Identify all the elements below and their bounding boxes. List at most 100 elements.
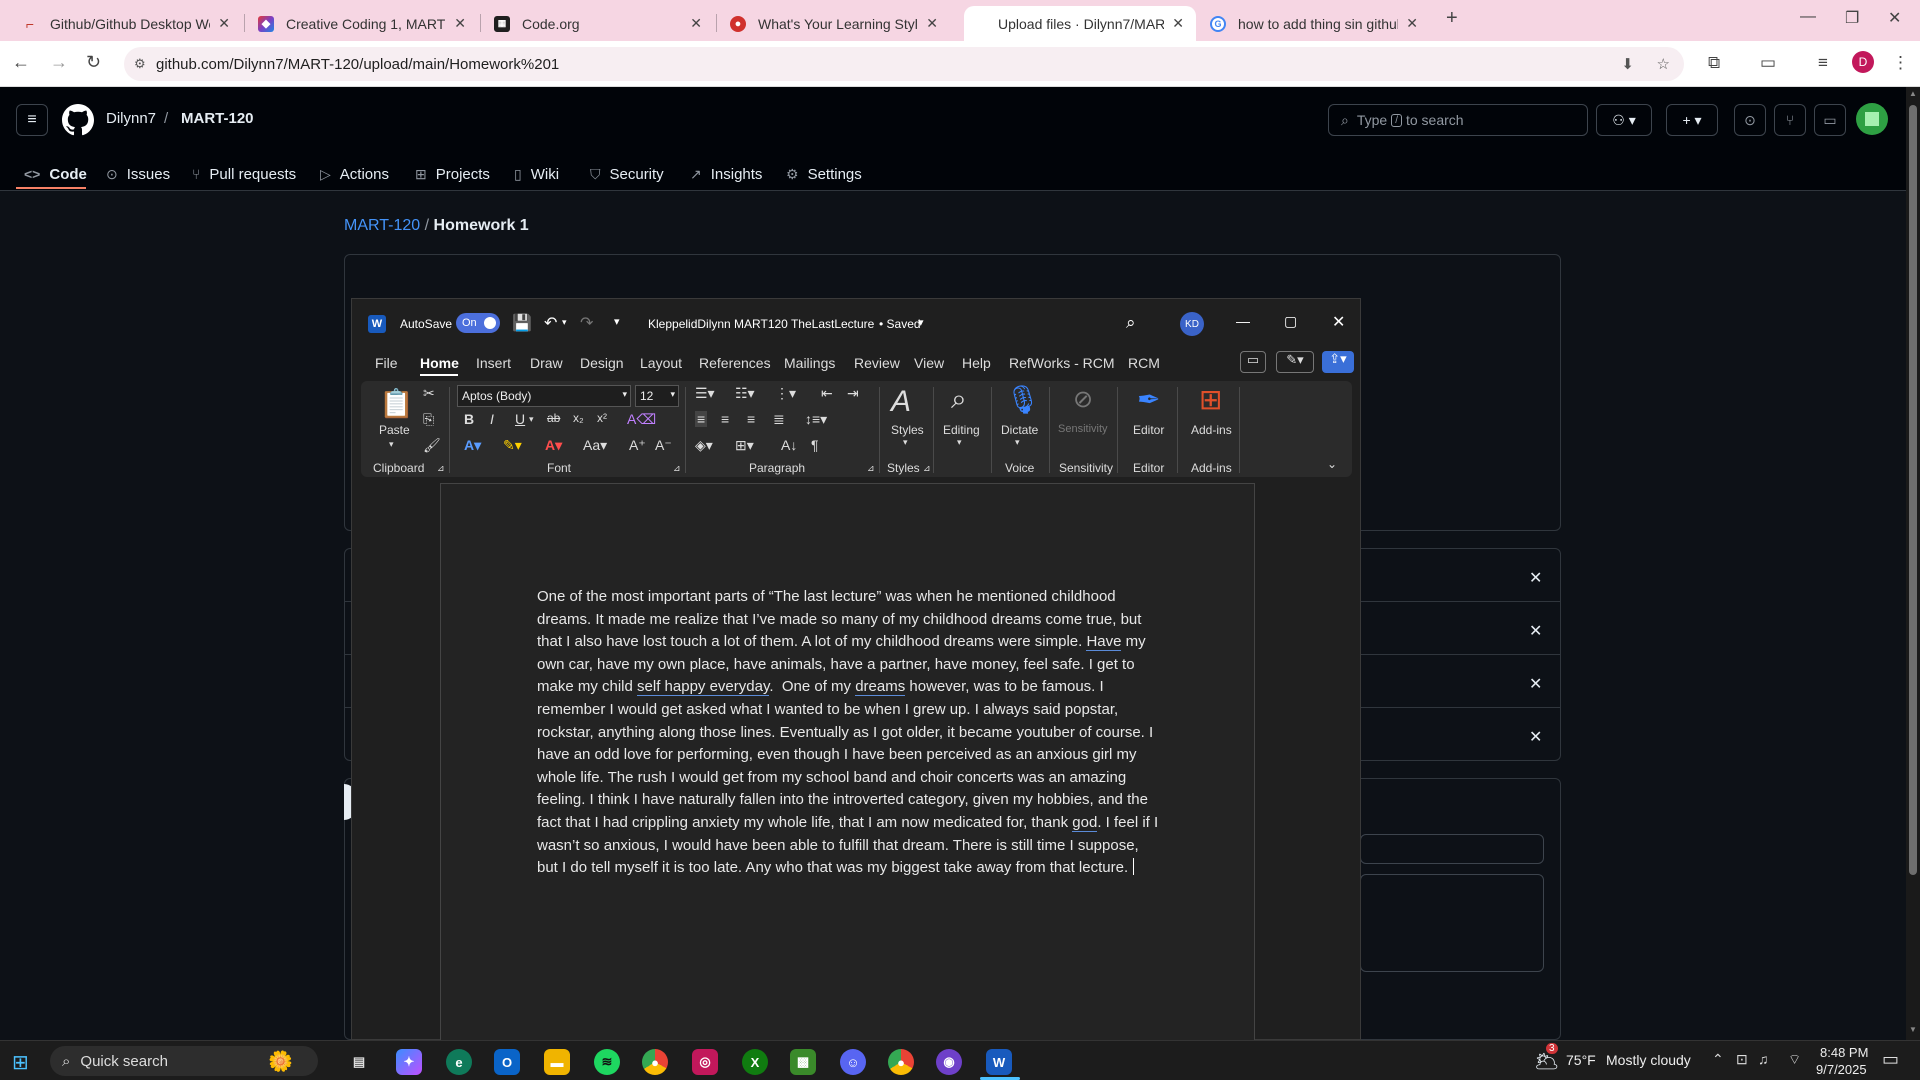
subscript-icon[interactable]: x₂: [573, 411, 584, 425]
ribbon-tab-view[interactable]: View: [914, 355, 944, 371]
outlook-icon[interactable]: O: [494, 1049, 520, 1075]
new-tab-button[interactable]: +: [1446, 7, 1458, 30]
taskbar-search-box[interactable]: ⌕ Quick search 🌼: [50, 1046, 318, 1076]
tab-wiki[interactable]: ▯ Wiki: [514, 157, 559, 191]
clock-date[interactable]: 9/7/2025: [1816, 1062, 1867, 1077]
comments-icon[interactable]: ▭: [1240, 351, 1266, 373]
multilevel-list-icon[interactable]: ⋮▾: [775, 385, 796, 402]
instagram-icon[interactable]: ◎: [692, 1049, 718, 1075]
ribbon-tab-help[interactable]: Help: [962, 355, 991, 371]
discord-icon[interactable]: ☺: [840, 1049, 866, 1075]
strikethrough-icon[interactable]: ab: [547, 411, 560, 425]
wifi-icon[interactable]: ⌔: [1788, 1051, 1801, 1069]
close-tab-icon[interactable]: ✕: [454, 15, 466, 32]
copilot-button[interactable]: ⚇ ▾: [1596, 104, 1652, 136]
align-center-icon[interactable]: ≡: [721, 411, 729, 427]
flagged-word[interactable]: dreams: [855, 678, 906, 697]
styles-dropdown-icon[interactable]: ▾: [903, 437, 908, 448]
commit-description-textarea[interactable]: [1360, 874, 1544, 972]
maximize-icon[interactable]: ▢: [1284, 313, 1297, 330]
font-name-combobox[interactable]: Aptos (Body) ▾: [457, 385, 631, 407]
extensions-icon[interactable]: ⧉: [1708, 53, 1720, 73]
ribbon-tab-draw[interactable]: Draw: [530, 355, 563, 371]
underline-dropdown-icon[interactable]: ▾: [529, 414, 534, 425]
styles-launcher-icon[interactable]: ⊿: [923, 463, 931, 474]
tab-upload-files[interactable]: Upload files · Dilynn7/MART-12 ✕: [964, 6, 1196, 41]
restore-window-icon[interactable]: ❐: [1845, 8, 1859, 28]
reload-icon[interactable]: ↻: [86, 52, 101, 73]
add-ins-button-label[interactable]: Add-ins: [1191, 423, 1232, 437]
bullets-icon[interactable]: ☰▾: [695, 385, 715, 402]
document-body-text[interactable]: One of the most important parts of “The …: [537, 586, 1163, 880]
minimize-icon[interactable]: —: [1236, 313, 1250, 329]
search-icon[interactable]: ⌕: [1126, 313, 1136, 333]
font-color-icon[interactable]: A▾: [545, 437, 562, 454]
ribbon-tab-review[interactable]: Review: [854, 355, 900, 371]
remove-file-icon[interactable]: ✕: [1529, 674, 1542, 694]
line-spacing-icon[interactable]: ↕≡▾: [805, 411, 827, 428]
chrome-profile-icon[interactable]: ●: [888, 1049, 914, 1075]
editor-button-label[interactable]: Editor: [1133, 423, 1164, 437]
underline-icon[interactable]: U: [515, 411, 525, 427]
italic-icon[interactable]: I: [490, 411, 494, 427]
paragraph-launcher-icon[interactable]: ⊿: [867, 463, 875, 474]
ribbon-tab-home[interactable]: Home: [420, 355, 459, 371]
tab-code[interactable]: <> Code: [24, 157, 87, 191]
pull-requests-icon[interactable]: ⑂: [1774, 104, 1806, 136]
notifications-icon[interactable]: ▭: [1882, 1049, 1899, 1070]
increase-indent-icon[interactable]: ⇥: [847, 385, 859, 402]
align-left-icon[interactable]: ≡: [695, 411, 708, 427]
scroll-up-icon[interactable]: ▲: [1909, 89, 1917, 98]
scrollbar-thumb[interactable]: [1909, 105, 1917, 875]
edge-icon[interactable]: e: [446, 1049, 472, 1075]
styles-button-label[interactable]: Styles: [891, 423, 924, 437]
autosave-toggle[interactable]: On: [456, 313, 500, 333]
align-right-icon[interactable]: ≡: [747, 411, 755, 427]
shrink-font-icon[interactable]: A⁻: [655, 437, 672, 454]
copy-icon[interactable]: ⎘: [423, 411, 434, 428]
clear-formatting-icon[interactable]: A⌫: [627, 411, 656, 428]
document-page[interactable]: One of the most important parts of “The …: [440, 483, 1255, 1043]
tab-issues[interactable]: ⊙ Issues: [106, 157, 170, 191]
flagged-word[interactable]: Have: [1086, 633, 1122, 652]
address-bar[interactable]: ⚙ github.com/Dilynn7/MART-120/upload/mai…: [124, 47, 1684, 81]
share-icon[interactable]: ⇪▾: [1322, 351, 1354, 373]
redo-icon[interactable]: ↷: [580, 313, 593, 333]
remove-file-icon[interactable]: ✕: [1529, 568, 1542, 588]
forward-arrow-icon[interactable]: →: [50, 52, 68, 73]
close-tab-icon[interactable]: ✕: [1406, 15, 1418, 32]
shading-icon[interactable]: ◈▾: [695, 437, 713, 454]
user-avatar[interactable]: KD: [1180, 312, 1204, 336]
close-tab-icon[interactable]: ✕: [1172, 15, 1184, 32]
numbering-icon[interactable]: ☷▾: [735, 385, 755, 402]
repo-owner-link[interactable]: Dilynn7: [106, 110, 156, 127]
xbox-icon[interactable]: X: [742, 1049, 768, 1075]
repo-name-link[interactable]: MART-120: [181, 110, 254, 127]
styles-icon[interactable]: A: [891, 385, 911, 419]
back-arrow-icon[interactable]: ←: [12, 52, 30, 73]
document-title[interactable]: KleppelidDilynn MART120 TheLastLecture: [648, 317, 874, 331]
borders-icon[interactable]: ⊞▾: [735, 437, 754, 454]
github-search-input[interactable]: ⌕ Type / to search: [1328, 104, 1588, 136]
collapse-ribbon-icon[interactable]: ⌄: [1327, 457, 1337, 471]
save-icon[interactable]: 💾: [512, 313, 532, 333]
windows-start-icon[interactable]: ⊞: [12, 1050, 29, 1075]
paste-icon[interactable]: 📋: [379, 387, 414, 420]
undo-dropdown-icon[interactable]: ▾: [562, 317, 567, 328]
ribbon-tab-rcm[interactable]: RCM: [1128, 355, 1160, 371]
headphones-icon[interactable]: ♫: [1758, 1051, 1769, 1067]
user-avatar[interactable]: [1856, 103, 1888, 135]
flagged-word[interactable]: god: [1072, 813, 1098, 832]
ribbon-tab-layout[interactable]: Layout: [640, 355, 682, 371]
close-tab-icon[interactable]: ✕: [926, 15, 938, 32]
create-new-button[interactable]: + ▾: [1666, 104, 1718, 136]
grow-font-icon[interactable]: A⁺: [629, 437, 646, 454]
text-effects-icon[interactable]: A▾: [464, 437, 481, 454]
close-window-icon[interactable]: ✕: [1888, 8, 1901, 28]
show-formatting-icon[interactable]: ¶: [811, 437, 819, 453]
find-icon[interactable]: ⌕: [951, 383, 967, 416]
title-dropdown-icon[interactable]: ▾: [918, 316, 924, 329]
remove-file-icon[interactable]: ✕: [1529, 727, 1542, 747]
tab-github-desktop[interactable]: ⌐ Github/Github Desktop Workfl ✕: [10, 6, 242, 41]
undo-icon[interactable]: ↶: [544, 313, 557, 333]
